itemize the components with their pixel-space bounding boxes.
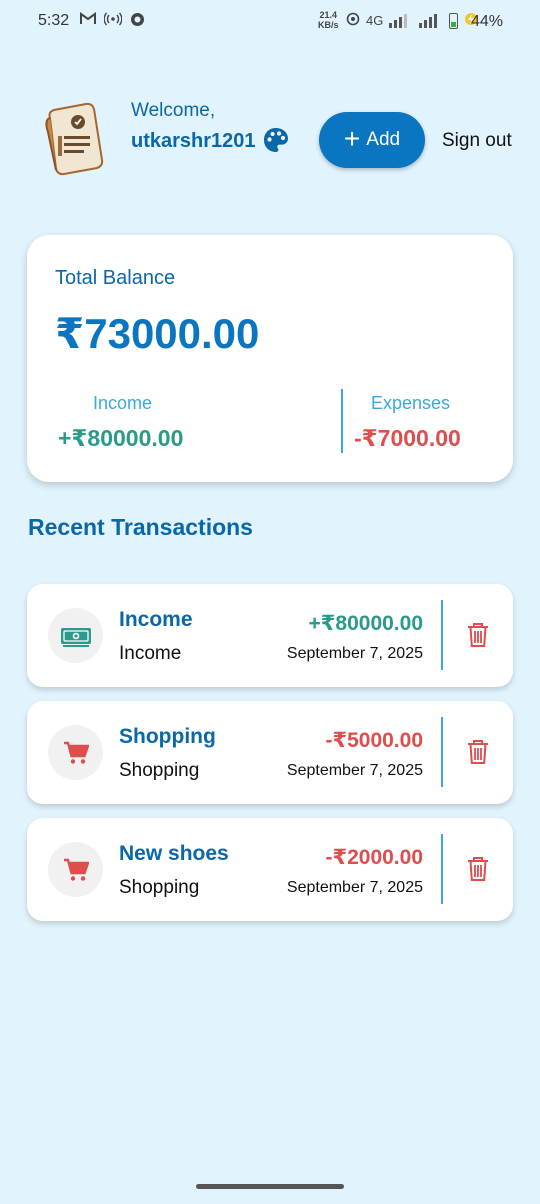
signal-2-icon	[419, 13, 438, 28]
balance-divider	[341, 389, 343, 453]
welcome-text: Welcome,	[131, 100, 216, 121]
transaction-date: September 7, 2025	[286, 645, 423, 662]
expenses-value: -₹7000.00	[354, 425, 461, 451]
username-text: utkarshr1201	[131, 130, 256, 152]
wifi-calling-icon	[346, 12, 360, 29]
status-time: 5:32	[38, 12, 70, 29]
sign-out-button[interactable]: Sign out	[442, 130, 512, 152]
status-system-icons: 4G	[346, 12, 478, 29]
transaction-divider	[441, 834, 443, 904]
total-balance-label: Total Balance	[55, 267, 176, 289]
transaction-date: September 7, 2025	[286, 762, 423, 779]
add-button-label: Add	[366, 129, 401, 150]
cart-icon	[48, 725, 103, 780]
transaction-title: Shopping	[119, 725, 216, 748]
plus-icon: +	[343, 122, 361, 154]
transaction-title: Income	[119, 608, 193, 631]
signal-1-icon	[389, 13, 408, 28]
battery-percent: 44%	[471, 13, 504, 30]
home-indicator[interactable]	[196, 1184, 344, 1189]
network-speed: 21.4 KB/s	[318, 10, 339, 30]
transaction-row[interactable]: Shopping Shopping -₹5000.00 September 7,…	[27, 701, 513, 804]
transaction-title: New shoes	[119, 842, 229, 865]
trash-icon[interactable]	[465, 738, 491, 766]
transaction-row[interactable]: Income Income +₹80000.00 September 7, 20…	[27, 584, 513, 687]
trash-icon[interactable]	[465, 621, 491, 649]
money-icon	[48, 608, 103, 663]
palette-icon[interactable]	[263, 127, 289, 158]
network-type: 4G	[366, 13, 384, 28]
income-label: Income	[93, 393, 153, 413]
status-bar: 5:32 21.4 KB/s 4G 44%	[0, 0, 540, 44]
transaction-divider	[441, 600, 443, 670]
transaction-row[interactable]: New shoes Shopping -₹2000.00 September 7…	[27, 818, 513, 921]
gmail-icon	[80, 12, 96, 30]
transaction-category: Shopping	[119, 877, 200, 898]
hotspot-icon	[103, 12, 123, 30]
transaction-amount: -₹5000.00	[325, 729, 423, 752]
total-balance-value: ₹73000.00	[55, 310, 260, 357]
battery-icon	[449, 12, 459, 29]
status-notification-icons	[80, 12, 145, 30]
transaction-amount: +₹80000.00	[308, 612, 423, 635]
transaction-category: Income	[119, 643, 182, 664]
network-speed-unit: KB/s	[318, 20, 339, 30]
transaction-date: September 7, 2025	[286, 879, 423, 896]
trash-icon[interactable]	[465, 855, 491, 883]
income-value: +₹80000.00	[58, 425, 184, 451]
network-speed-value: 21.4	[319, 10, 338, 20]
transaction-category: Shopping	[119, 760, 200, 781]
recent-transactions-title: Recent Transactions	[28, 514, 253, 540]
transaction-amount: -₹2000.00	[325, 846, 423, 869]
add-transaction-button[interactable]: + Add	[319, 112, 425, 168]
transaction-divider	[441, 717, 443, 787]
cart-icon	[48, 842, 103, 897]
balance-card: Total Balance ₹73000.00 Income +₹80000.0…	[27, 235, 513, 482]
app-logo-receipt-icon	[42, 100, 110, 178]
sync-icon	[130, 12, 145, 30]
expenses-label: Expenses	[371, 393, 451, 413]
